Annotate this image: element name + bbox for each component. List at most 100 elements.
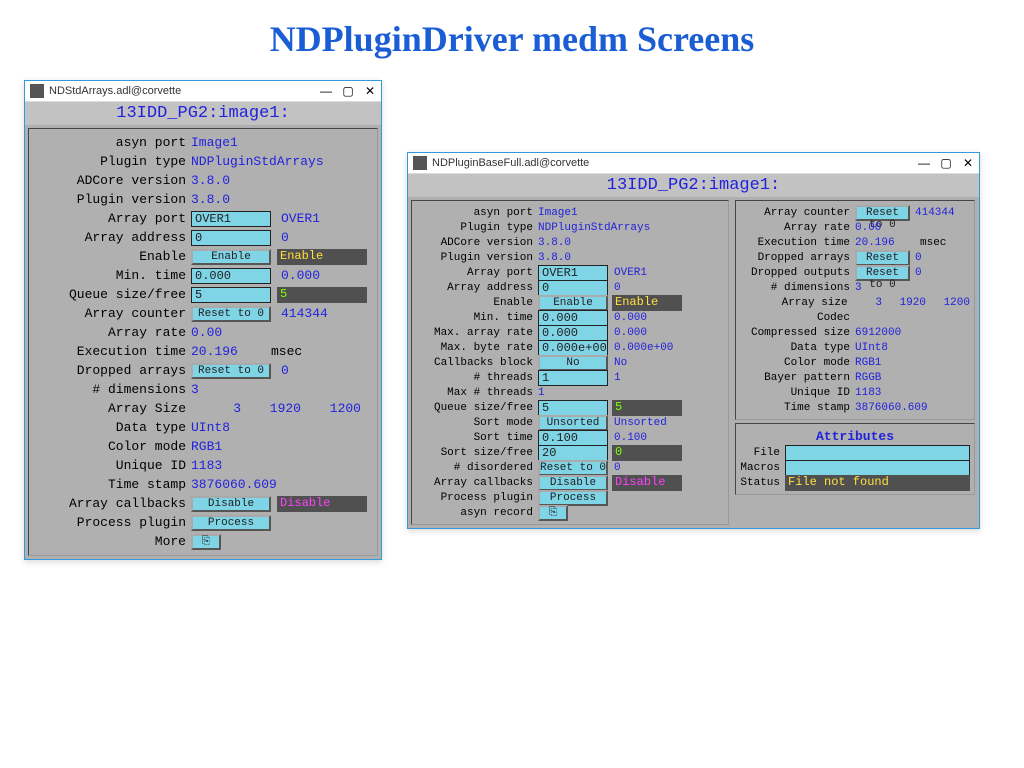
label: asyn record — [416, 507, 538, 519]
label: Enable — [416, 297, 538, 309]
value: 1 — [538, 387, 545, 399]
reset-dropped-outputs-button[interactable]: Reset to 0 — [855, 265, 910, 281]
maximize-button[interactable]: ▢ — [935, 156, 957, 170]
label: Unique ID — [33, 458, 191, 473]
label: Plugin version — [416, 252, 538, 264]
window-title: NDPluginBaseFull.adl@corvette — [432, 157, 913, 169]
value: 0 — [915, 252, 922, 264]
process-button[interactable]: Process — [538, 490, 608, 506]
titlebar[interactable]: NDStdArrays.adl@corvette — ▢ ✕ — [25, 81, 381, 102]
array-callbacks-state: Disable — [277, 496, 367, 512]
queue-state: 5 — [612, 400, 682, 416]
label: Enable — [33, 249, 191, 264]
label: Execution time — [33, 344, 191, 359]
reset-counter-button[interactable]: Reset to 0 — [855, 205, 910, 221]
label: Sort mode — [416, 417, 538, 429]
minimize-button[interactable]: — — [315, 84, 337, 98]
label: Dropped arrays — [33, 363, 191, 378]
value: Unsorted — [614, 417, 667, 429]
enable-button[interactable]: Enable — [538, 295, 608, 311]
screen-title: 13IDD_PG2:image1: — [408, 174, 979, 197]
sorttime-input[interactable]: 0.100 — [538, 430, 608, 446]
label: Bayer pattern — [740, 372, 855, 384]
queue-input[interactable]: 5 — [191, 287, 271, 303]
label: Execution time — [740, 237, 855, 249]
close-button[interactable]: ✕ — [957, 156, 979, 170]
label: # dimensions — [33, 382, 191, 397]
label: Data type — [33, 420, 191, 435]
array-addr-input[interactable]: 0 — [191, 230, 271, 246]
status-value: File not found — [785, 475, 970, 491]
enable-button[interactable]: Enable — [191, 249, 271, 265]
label: # threads — [416, 372, 538, 384]
unit: msec — [920, 237, 946, 249]
mintime-input[interactable]: 0.000 — [191, 268, 271, 284]
maximize-button[interactable]: ▢ — [337, 84, 359, 98]
value: Image1 — [538, 207, 578, 219]
array-port-input[interactable]: OVER1 — [538, 265, 608, 281]
slide-title: NDPluginDriver medm Screens — [0, 0, 1024, 70]
asyn-record-button[interactable]: ⎘ — [538, 505, 568, 521]
maxarrayrate-input[interactable]: 0.000 — [538, 325, 608, 341]
value: 0.100 — [614, 432, 647, 444]
unit: msec — [271, 344, 302, 359]
label: Sort size/free — [416, 447, 538, 459]
value: 0.00 — [855, 222, 881, 234]
array-port-input[interactable]: OVER1 — [191, 211, 271, 227]
close-button[interactable]: ✕ — [359, 84, 381, 98]
label: Codec — [740, 312, 855, 324]
maxbyterate-input[interactable]: 0.000e+00 — [538, 340, 608, 356]
value: 1183 — [191, 458, 222, 473]
callbacks-block-button[interactable]: No — [538, 355, 608, 371]
label: Max. byte rate — [416, 342, 538, 354]
label: Array port — [33, 211, 191, 226]
value: 6912000 — [855, 327, 901, 339]
titlebar[interactable]: NDPluginBaseFull.adl@corvette — ▢ ✕ — [408, 153, 979, 174]
window-ndpluginbasefull: NDPluginBaseFull.adl@corvette — ▢ ✕ 13ID… — [407, 152, 980, 529]
label: Queue size/free — [33, 287, 191, 302]
value: 3876060.609 — [191, 477, 277, 492]
array-callbacks-button[interactable]: Disable — [191, 496, 271, 512]
label: Process plugin — [416, 492, 538, 504]
threads-input[interactable]: 1 — [538, 370, 608, 386]
label: Plugin type — [416, 222, 538, 234]
label: Process plugin — [33, 515, 191, 530]
array-addr-input[interactable]: 0 — [538, 280, 608, 296]
minimize-button[interactable]: — — [913, 156, 935, 170]
macros-input[interactable] — [785, 460, 970, 476]
mintime-input[interactable]: 0.000 — [538, 310, 608, 326]
value: 0.000 — [281, 268, 320, 283]
label: Macros — [740, 462, 785, 474]
value: 0 — [614, 282, 621, 294]
value: RGB1 — [191, 439, 222, 454]
label: ADCore version — [416, 237, 538, 249]
value: 1 — [614, 372, 621, 384]
value: Image1 — [191, 135, 238, 150]
label: # disordered — [416, 462, 538, 474]
value: 3.8.0 — [191, 173, 230, 188]
reset-dropped-button[interactable]: Reset to 0 — [191, 363, 271, 379]
more-button[interactable]: ⎘ — [191, 534, 221, 550]
value: NDPluginStdArrays — [191, 154, 324, 169]
queue-input[interactable]: 5 — [538, 400, 608, 416]
sortsize-state: 0 — [612, 445, 682, 461]
array-callbacks-state: Disable — [612, 475, 682, 491]
label: File — [740, 447, 785, 459]
value: 0 — [614, 462, 621, 474]
value: 3 — [853, 297, 882, 309]
label: Sort time — [416, 432, 538, 444]
file-input[interactable] — [785, 445, 970, 461]
reset-dropped-arrays-button[interactable]: Reset to 0 — [855, 250, 910, 266]
queue-state: 5 — [277, 287, 367, 303]
sortmode-button[interactable]: Unsorted — [538, 415, 608, 431]
label: Array rate — [740, 222, 855, 234]
process-button[interactable]: Process — [191, 515, 271, 531]
label: Dropped outputs — [740, 267, 855, 279]
reset-counter-button[interactable]: Reset to 0 — [191, 306, 271, 322]
reset-disordered-button[interactable]: Reset to 0 — [538, 460, 608, 476]
value: 0 — [281, 230, 289, 245]
value: NDPluginStdArrays — [538, 222, 650, 234]
window-ndstdarrays: NDStdArrays.adl@corvette — ▢ ✕ 13IDD_PG2… — [24, 80, 382, 560]
sortsize-input[interactable]: 20 — [538, 445, 608, 461]
array-callbacks-button[interactable]: Disable — [538, 475, 608, 491]
